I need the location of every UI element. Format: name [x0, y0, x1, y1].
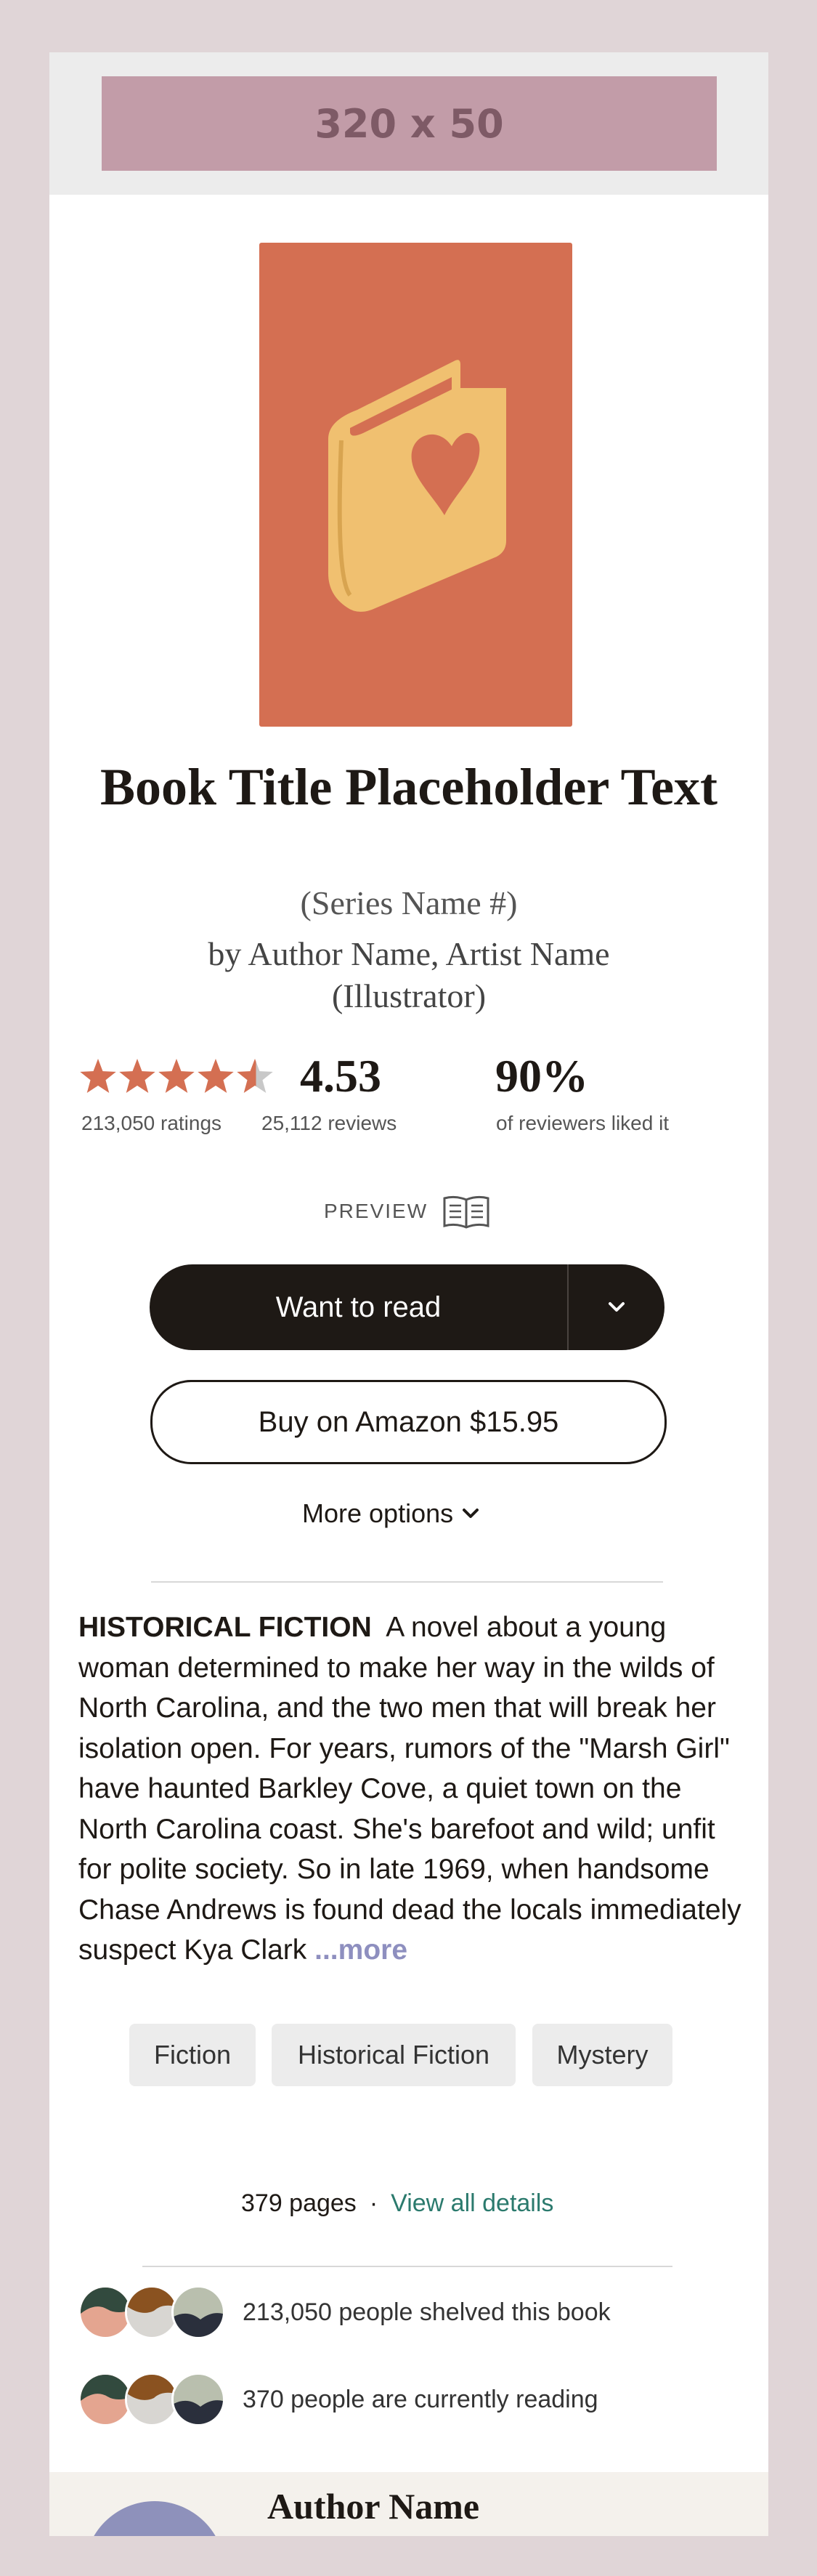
author-name[interactable]: Author Name	[267, 2485, 479, 2527]
star-icon	[80, 1059, 116, 1094]
book-cover[interactable]	[259, 243, 572, 727]
liked-percent: 90%	[495, 1050, 588, 1102]
avatar-group	[78, 2370, 229, 2428]
buy-on-amazon-button[interactable]: Buy on Amazon $15.95	[150, 1380, 667, 1464]
book-details-row: 379 pages · View all details	[241, 2185, 553, 2221]
avatar-group	[78, 2283, 229, 2341]
genre-tag-historical-fiction[interactable]: Historical Fiction	[272, 2024, 516, 2086]
description-more-link[interactable]: ...more	[314, 1934, 407, 1966]
description-genre[interactable]: HISTORICAL FICTION	[78, 1612, 372, 1643]
want-to-read-button[interactable]: Want to read	[150, 1264, 664, 1350]
book-series[interactable]: (Series Name #)	[93, 884, 725, 922]
currently-reading-text: 370 people are currently reading	[243, 2385, 598, 2413]
shelf-dropdown-button[interactable]	[569, 1264, 664, 1350]
book-heart-icon	[328, 360, 506, 612]
liked-label: of reviewers liked it	[496, 1112, 670, 1134]
chevron-down-icon	[463, 1509, 479, 1518]
avatar	[78, 2285, 132, 2339]
separator-dot: ·	[369, 2189, 378, 2217]
star-icon	[158, 1059, 195, 1094]
star-icon	[237, 1059, 273, 1094]
genre-tag-fiction[interactable]: Fiction	[129, 2024, 256, 2086]
avatar	[171, 2373, 225, 2426]
shelved-count-text: 213,050 people shelved this book	[243, 2298, 611, 2326]
avatar	[125, 2285, 179, 2339]
description-text: A novel about a young woman determined t…	[78, 1612, 741, 1966]
divider	[142, 2266, 672, 2267]
average-rating: 4.53	[300, 1050, 381, 1102]
star-icon	[198, 1059, 234, 1094]
avatar	[171, 2285, 225, 2339]
open-book-icon	[443, 1195, 489, 1229]
more-options-label: More options	[302, 1498, 454, 1528]
star-icon	[119, 1059, 155, 1094]
avatar	[78, 2373, 132, 2426]
book-title: Book Title Placeholder Text	[99, 758, 718, 816]
book-page-card: 320 x 50 Book Title Placeholder Text (Se…	[49, 52, 768, 2536]
genre-tag-mystery[interactable]: Mystery	[532, 2024, 672, 2086]
book-authors[interactable]: by Author Name, Artist Name (Illustrator…	[137, 933, 681, 1017]
ad-banner-area: 320 x 50	[49, 52, 768, 195]
view-all-details-link[interactable]: View all details	[391, 2189, 553, 2218]
rating-stars	[80, 1059, 273, 1094]
avatar	[125, 2373, 179, 2426]
preview-button[interactable]: PREVIEW	[324, 1192, 490, 1231]
author-avatar[interactable]	[84, 2501, 225, 2536]
shelved-social-proof[interactable]: 213,050 people shelved this book	[78, 2283, 611, 2341]
want-to-read-label: Want to read	[275, 1291, 442, 1323]
page-count: 379 pages	[241, 2189, 357, 2217]
currently-reading-social-proof[interactable]: 370 people are currently reading	[78, 2370, 598, 2428]
chevron-down-icon	[609, 1302, 625, 1312]
ad-banner[interactable]: 320 x 50	[102, 76, 717, 171]
ratings-count[interactable]: 213,050 ratings	[81, 1112, 221, 1135]
reviews-count[interactable]: 25,112 reviews	[261, 1112, 397, 1135]
author-section: Author Name	[49, 2472, 768, 2536]
book-description: HISTORICAL FICTION A novel about a young…	[78, 1607, 743, 1971]
divider	[151, 1581, 663, 1583]
more-options-button[interactable]: More options	[302, 1495, 481, 1532]
preview-label: PREVIEW	[324, 1200, 428, 1222]
